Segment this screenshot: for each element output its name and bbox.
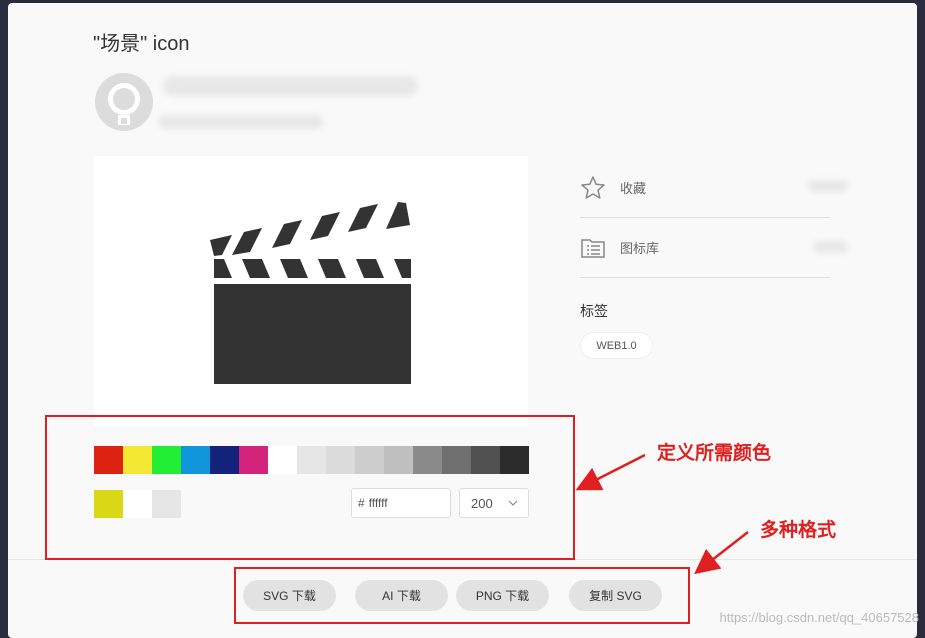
favorite-count-blur <box>808 180 848 192</box>
star-icon <box>581 175 605 199</box>
author-avatar[interactable] <box>95 73 153 131</box>
band-stripe <box>280 259 308 278</box>
formats-annotation: 多种格式 <box>760 519 837 541</box>
arm-stripe <box>348 204 378 232</box>
clapperboard-icon <box>210 202 411 384</box>
board-body <box>214 284 411 384</box>
arm-stripe <box>232 228 262 255</box>
dialog-title: "场景" icon <box>93 33 190 55</box>
arm-stripe <box>272 220 302 248</box>
arm-stripe <box>210 235 232 256</box>
folder-list-icon <box>581 238 605 258</box>
colors-annotation: 定义所需颜色 <box>657 442 772 464</box>
library-row[interactable]: 图标库 <box>580 218 830 278</box>
library-label: 图标库 <box>620 241 660 256</box>
band-stripe <box>356 259 384 278</box>
formats-highlight-box <box>234 567 690 624</box>
icon-preview <box>94 156 528 426</box>
author-meta-blur <box>158 115 323 129</box>
author-name-blur <box>163 76 418 96</box>
colors-highlight-box <box>45 415 575 560</box>
tag-web1[interactable]: WEB1.0 <box>580 332 653 359</box>
band-stripe <box>214 259 232 278</box>
arm-stripe <box>310 212 340 240</box>
favorite-row[interactable]: 收藏 <box>580 158 830 218</box>
tags-title: 标签 <box>580 303 608 319</box>
favorite-label: 收藏 <box>620 181 647 196</box>
avatar-icon <box>95 73 153 131</box>
arm-stripe <box>386 202 410 229</box>
library-name-blur <box>813 241 848 253</box>
watermark: https://blog.csdn.net/qq_40657528 <box>719 610 920 625</box>
band-stripe <box>318 259 346 278</box>
band-stripe <box>242 259 270 278</box>
band-stripe <box>394 259 411 278</box>
